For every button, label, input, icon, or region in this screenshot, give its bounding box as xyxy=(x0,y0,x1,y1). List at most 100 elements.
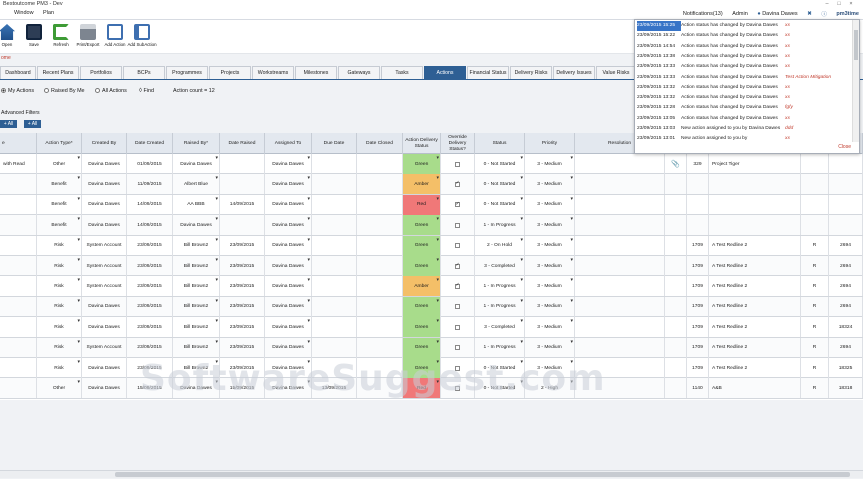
cell-type[interactable]: Risk xyxy=(37,276,82,297)
close-icon[interactable]: × xyxy=(845,0,857,8)
cell-status[interactable]: 0 - Not Started xyxy=(475,154,525,174)
col-header-date-created[interactable]: Date Created xyxy=(127,133,173,154)
notification-item[interactable]: 23/09/2015 15:22 Action status has change… xyxy=(635,31,853,41)
cell-status[interactable]: 1 - In Progress xyxy=(475,276,525,297)
cell-assigned[interactable]: Davina Dawes xyxy=(265,358,312,378)
menu-plan[interactable]: Plan xyxy=(43,10,54,16)
override-checkbox[interactable] xyxy=(455,243,460,249)
help-icon[interactable]: ⓘ xyxy=(821,10,827,18)
tab-bcps[interactable]: BCPs xyxy=(123,66,165,79)
cell-assigned[interactable]: Davina Dawes xyxy=(265,256,312,276)
cell-assigned[interactable]: Davina Dawes xyxy=(265,154,312,174)
notification-item[interactable]: 23/09/2015 13:32 Action status has change… xyxy=(635,93,853,103)
override-checkbox[interactable] xyxy=(455,304,460,310)
cell-delivery[interactable]: Green xyxy=(403,154,441,174)
notification-item[interactable]: 23/09/2015 13:33 Action status has change… xyxy=(635,73,853,83)
cell-due[interactable] xyxy=(312,194,357,215)
cell-due[interactable] xyxy=(312,337,357,358)
cell-resolution[interactable] xyxy=(575,194,665,215)
cell-resolution[interactable] xyxy=(575,296,665,317)
col-header-due-date[interactable]: Due Date xyxy=(312,133,357,154)
cell-due[interactable] xyxy=(312,296,357,317)
cell-due[interactable]: 13/09/2015 xyxy=(312,378,357,399)
cell-raised-by[interactable]: Bill Brown2 xyxy=(173,358,220,378)
table-row[interactable]: RiskSystem Account23/09/2015Bill Brown22… xyxy=(0,276,863,297)
cell-status[interactable]: 3 - Completed xyxy=(475,256,525,276)
cell-resolution[interactable] xyxy=(575,317,665,338)
table-row[interactable]: RiskDavina Dawes23/09/2015Bill Brown223/… xyxy=(0,317,863,338)
print-export-button[interactable]: Print/Export xyxy=(73,24,103,47)
cell-priority[interactable]: 3 - Medium xyxy=(525,296,575,317)
cell-assigned[interactable]: Davina Dawes xyxy=(265,378,312,399)
notifications-link[interactable]: Notifications(13) xyxy=(683,11,723,17)
cell-raised-by[interactable]: Bill Brown2 xyxy=(173,235,220,256)
cell-type[interactable]: Risk xyxy=(37,358,82,378)
override-checkbox[interactable] xyxy=(455,345,460,351)
cell-delivery[interactable]: Green xyxy=(403,317,441,338)
cell-due[interactable] xyxy=(312,174,357,195)
maximize-icon[interactable]: □ xyxy=(833,0,845,8)
tab-actions[interactable]: Actions xyxy=(424,66,466,79)
admin-link[interactable]: Admin xyxy=(732,11,748,17)
cell-raised-by[interactable]: Bill Brown2 xyxy=(173,296,220,317)
tab-financial-status[interactable]: Financial Status xyxy=(467,66,509,79)
cell-type[interactable]: Risk xyxy=(37,296,82,317)
cell-status[interactable]: 1 - In Progress xyxy=(475,296,525,317)
user-menu[interactable]: ● Davina Dawes xyxy=(757,11,797,17)
cell-override[interactable] xyxy=(441,296,475,317)
refresh-button[interactable]: Refresh xyxy=(46,24,76,47)
cell-override[interactable] xyxy=(441,378,475,399)
cell-resolution[interactable] xyxy=(575,235,665,256)
override-checkbox[interactable] xyxy=(455,385,460,391)
cell-override[interactable] xyxy=(441,358,475,378)
cell-type[interactable]: Risk xyxy=(37,337,82,358)
tools-icon[interactable]: ✖ xyxy=(807,11,812,17)
filter-all-actions[interactable]: All Actions xyxy=(95,88,127,94)
cell-delivery[interactable]: Green xyxy=(403,215,441,236)
cell-date-raised[interactable]: 23/09/2015 xyxy=(220,256,265,276)
add-action-button[interactable]: Add Action xyxy=(100,24,130,47)
override-checkbox[interactable] xyxy=(455,201,460,208)
table-row[interactable]: OtherDavina Dawes15/09/2015Davina Dawes1… xyxy=(0,378,863,399)
add-subaction-button[interactable]: Add SubAction xyxy=(127,24,157,47)
cell-delivery[interactable]: Green xyxy=(403,296,441,317)
tab-dashboard[interactable]: Dashboard xyxy=(0,66,36,79)
cell-date-raised[interactable] xyxy=(220,215,265,236)
override-checkbox[interactable] xyxy=(455,222,460,228)
cell-closed[interactable] xyxy=(357,358,403,378)
table-row[interactable]: BenefitDavina Dawes14/09/2015Davina Dawe… xyxy=(0,215,863,236)
cell-resolution[interactable] xyxy=(575,215,665,236)
col-header-date-raised[interactable]: Date Raised xyxy=(220,133,265,154)
cell-date-raised[interactable] xyxy=(220,154,265,174)
cell-override[interactable] xyxy=(441,215,475,236)
cell-override[interactable] xyxy=(441,317,475,338)
advanced-filters[interactable]: Advanced Filters xyxy=(1,110,40,116)
cell-status[interactable]: 3 - Completed xyxy=(475,317,525,338)
table-row[interactable]: RiskSystem Account23/09/2015Bill Brown22… xyxy=(0,337,863,358)
cell-due[interactable] xyxy=(312,276,357,297)
breadcrumb[interactable]: ome xyxy=(0,55,11,61)
override-checkbox[interactable] xyxy=(455,324,460,330)
notification-item[interactable]: 23/09/2015 13:05 Action status has change… xyxy=(635,114,853,124)
cell-closed[interactable] xyxy=(357,296,403,317)
cell-raised-by[interactable]: Davina Dawes xyxy=(173,215,220,236)
cell-delivery[interactable]: Green xyxy=(403,337,441,358)
cell-closed[interactable] xyxy=(357,276,403,297)
notification-item[interactable]: 23/09/2015 13:32 Action status has change… xyxy=(635,83,853,93)
col-header-title[interactable]: e xyxy=(0,133,37,154)
cell-raised-by[interactable]: Bill Brown2 xyxy=(173,256,220,276)
cell-due[interactable] xyxy=(312,235,357,256)
cell-due[interactable] xyxy=(312,215,357,236)
cell-date-raised[interactable] xyxy=(220,174,265,195)
cell-resolution[interactable] xyxy=(575,337,665,358)
cell-assigned[interactable]: Davina Dawes xyxy=(265,337,312,358)
cell-date-raised[interactable]: 23/09/2015 xyxy=(220,296,265,317)
cell-resolution[interactable] xyxy=(575,276,665,297)
cell-closed[interactable] xyxy=(357,194,403,215)
notification-item[interactable]: 23/09/2015 15:25 Action status has change… xyxy=(635,21,853,31)
cell-assigned[interactable]: Davina Dawes xyxy=(265,194,312,215)
cell-resolution[interactable] xyxy=(575,378,665,399)
override-checkbox[interactable] xyxy=(455,161,460,167)
cell-due[interactable] xyxy=(312,256,357,276)
cell-delivery[interactable]: Red xyxy=(403,194,441,215)
